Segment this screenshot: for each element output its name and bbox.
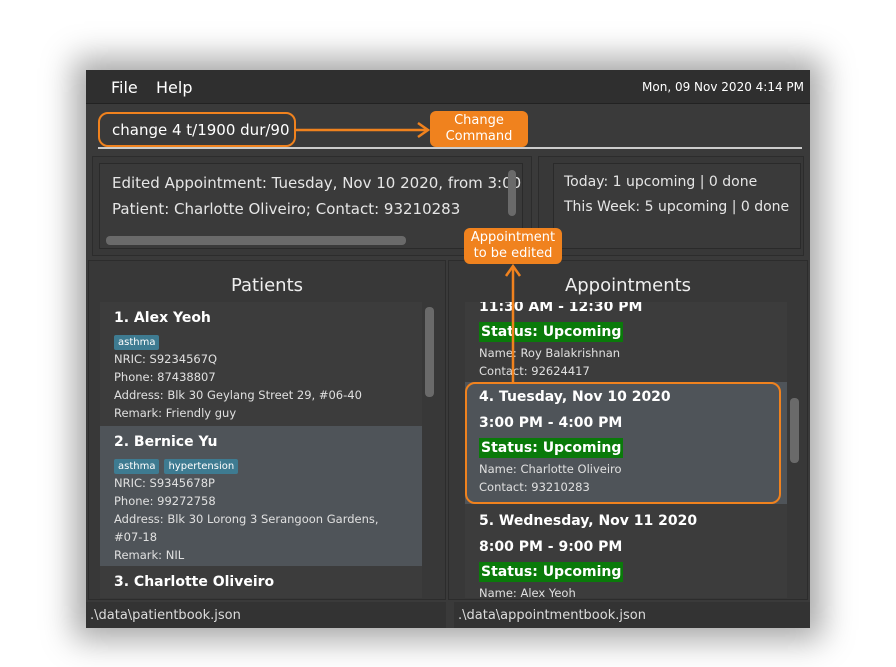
change-command-label: Change Command bbox=[430, 111, 528, 147]
appointment-highlight bbox=[465, 382, 781, 504]
appointment-edited-label: Appointment to be edited bbox=[464, 228, 562, 264]
annotation-arrows bbox=[296, 121, 522, 382]
